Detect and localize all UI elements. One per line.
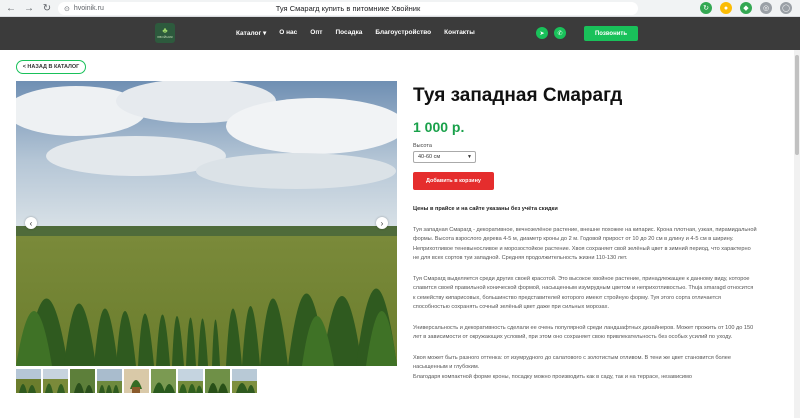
- nav-item-contacts[interactable]: Контакты: [444, 29, 475, 37]
- height-select[interactable]: 40-60 см ▼: [413, 151, 476, 163]
- description-paragraph: Благодаря компактной форме кроны, посадк…: [413, 373, 692, 380]
- scrollbar-thumb[interactable]: [795, 55, 799, 155]
- description-paragraph: Туя Смарагд выделяется среди других свое…: [413, 275, 754, 311]
- back-icon[interactable]: ←: [4, 1, 18, 15]
- forward-icon[interactable]: →: [22, 1, 36, 15]
- address-bar[interactable]: ⊙ hvoinik.ru Туя Смарагд купить в питомн…: [58, 2, 638, 15]
- height-label: Высота: [413, 143, 432, 149]
- prev-image-button[interactable]: ‹: [25, 217, 37, 229]
- thumbnail[interactable]: [205, 369, 230, 393]
- nav-item-catalog[interactable]: Каталог ▾: [236, 29, 266, 37]
- thumbnail[interactable]: [43, 369, 68, 393]
- price-note: Цены в прайсе и на сайте указаны без учё…: [413, 206, 558, 212]
- main-nav: Каталог ▾ О нас Опт Посадка Благоустройс…: [236, 29, 475, 37]
- description-paragraph: Туя западная Смарагд - декоративное, веч…: [413, 226, 757, 262]
- whatsapp-icon[interactable]: ✆: [554, 27, 566, 39]
- nav-label: Каталог: [236, 30, 262, 37]
- thumbnail[interactable]: [124, 369, 149, 393]
- extension-icon[interactable]: ●: [720, 2, 732, 14]
- description-paragraph: Хвоя может быть разного оттенка: от изум…: [413, 354, 732, 371]
- page-scrollbar[interactable]: [794, 50, 800, 418]
- nav-item-wholesale[interactable]: Опт: [310, 29, 322, 37]
- next-image-button[interactable]: ›: [376, 217, 388, 229]
- site-header: ♣ ХВОЙНИК Каталог ▾ О нас Опт Посадка Бл…: [0, 17, 800, 50]
- thumbnail[interactable]: [16, 369, 41, 393]
- thumbnail[interactable]: [151, 369, 176, 393]
- social-links: ➤ ✆: [536, 27, 566, 39]
- tree-icon: ♣: [162, 26, 168, 35]
- product-image: [16, 81, 397, 366]
- nav-item-about[interactable]: О нас: [279, 29, 297, 37]
- thumbnail[interactable]: [178, 369, 203, 393]
- thumbnail[interactable]: [97, 369, 122, 393]
- product-price: 1 000 р.: [413, 119, 465, 135]
- add-to-cart-button[interactable]: Добавить в корзину: [413, 172, 494, 190]
- call-button[interactable]: Позвонить: [584, 26, 638, 41]
- globe-icon[interactable]: ◎: [760, 2, 772, 14]
- page-title-text: Туя Смарагд купить в питомнике Хвойник: [275, 4, 421, 13]
- chevron-down-icon: ▼: [467, 154, 472, 160]
- product-title: Туя западная Смарагд: [413, 85, 623, 106]
- product-description: Цены в прайсе и на сайте указаны без учё…: [413, 205, 757, 393]
- nav-item-planting[interactable]: Посадка: [335, 29, 362, 37]
- thumbnail-strip: [16, 369, 257, 393]
- nav-item-landscaping[interactable]: Благоустройство: [375, 29, 431, 37]
- back-to-catalog-button[interactable]: < НАЗАД В КАТАЛОГ: [16, 60, 86, 74]
- description-paragraph: Универсальность и декоративность сделали…: [413, 324, 754, 341]
- extension-icon[interactable]: ◆: [740, 2, 752, 14]
- thumbnail[interactable]: [70, 369, 95, 393]
- site-logo[interactable]: ♣ ХВОЙНИК: [155, 23, 175, 43]
- profile-icon[interactable]: ◯: [780, 2, 792, 14]
- thumbnail[interactable]: [232, 369, 257, 393]
- logo-text: ХВОЙНИК: [157, 35, 173, 39]
- extension-icon[interactable]: ↻: [700, 2, 712, 14]
- browser-toolbar: ← → ↻ ⊙ hvoinik.ru Туя Смарагд купить в …: [0, 0, 800, 17]
- telegram-icon[interactable]: ➤: [536, 27, 548, 39]
- reload-icon[interactable]: ↻: [40, 1, 54, 15]
- height-select-value: 40-60 см: [418, 154, 441, 160]
